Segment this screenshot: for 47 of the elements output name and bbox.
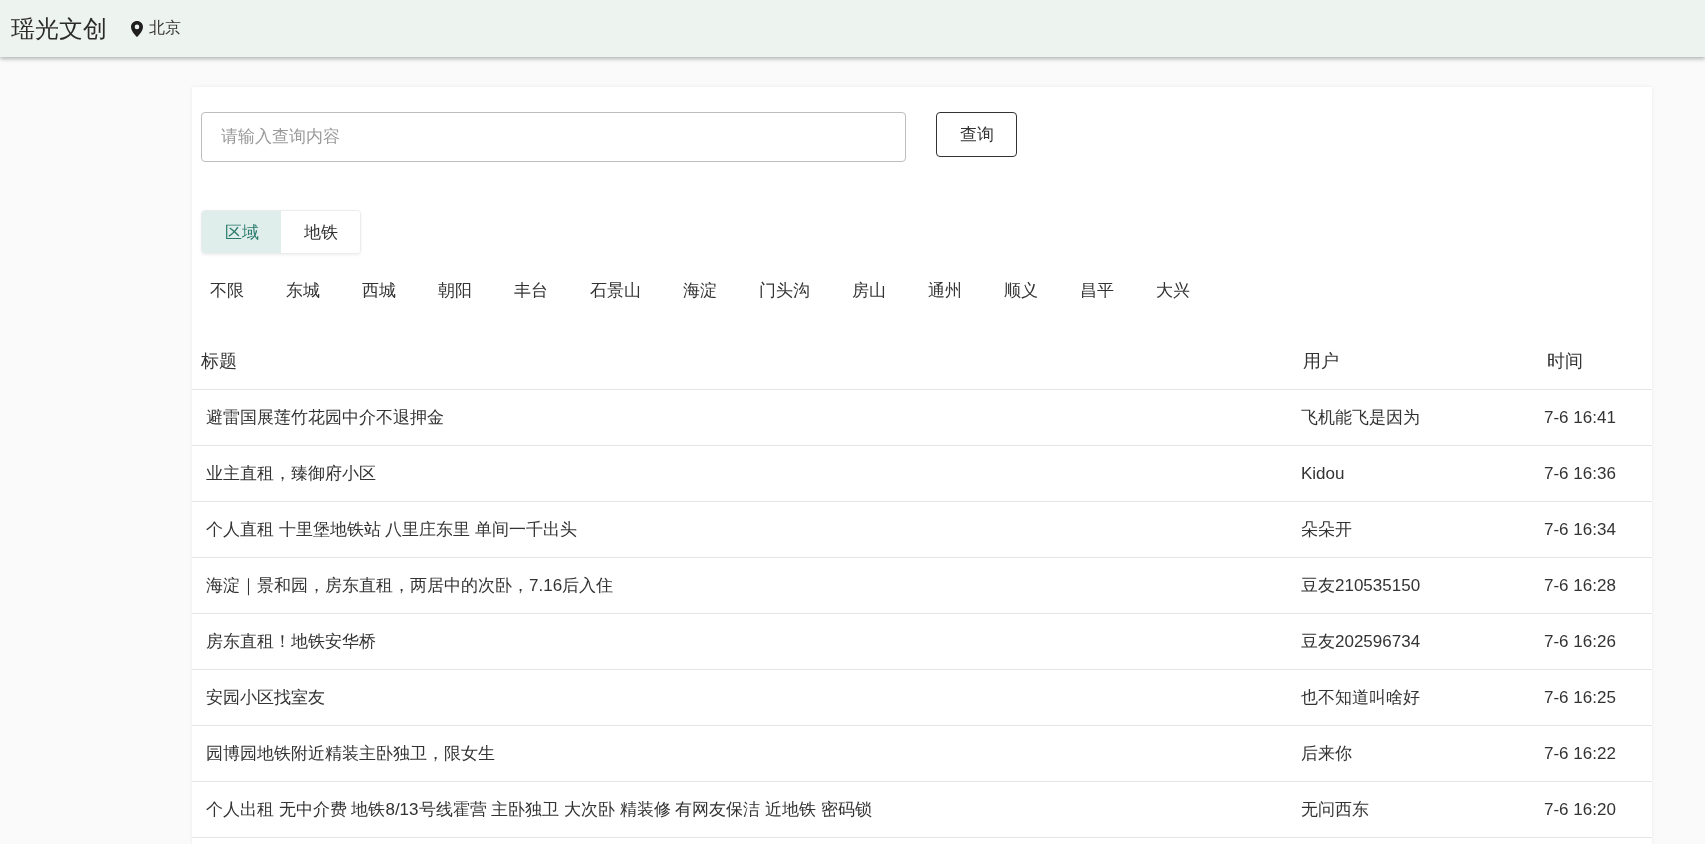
user-name: Kidou <box>1300 463 1346 484</box>
post-time: 7-6 16:34 <box>1543 519 1617 540</box>
district-option[interactable]: 不限 <box>210 281 244 301</box>
district-option[interactable]: 房山 <box>852 281 886 301</box>
site-title[interactable]: 瑶光文创 <box>11 12 107 45</box>
search-button[interactable]: 查询 <box>936 112 1017 157</box>
district-option[interactable]: 海淀 <box>683 281 717 301</box>
post-time: 7-6 16:26 <box>1543 631 1617 652</box>
post-title[interactable]: 房东直租！地铁安华桥 <box>192 630 1290 653</box>
district-option[interactable]: 东城 <box>286 281 320 301</box>
district-option[interactable]: 朝阳 <box>438 281 472 301</box>
district-option[interactable]: 顺义 <box>1004 281 1038 301</box>
post-title[interactable]: 海淀｜景和园，房东直租，两居中的次卧，7.16后入住 <box>192 574 1290 597</box>
post-title[interactable]: 业主直租，臻御府小区 <box>192 462 1290 485</box>
user-name: 豆友202596734 <box>1300 631 1422 653</box>
column-header: 用户 <box>1302 349 1340 373</box>
post-time: 7-6 16:41 <box>1543 407 1617 428</box>
filter-tab[interactable]: 区域 <box>202 211 281 253</box>
post-title[interactable]: 园博园地铁附近精装主卧独卫，限女生 <box>192 742 1290 765</box>
filter-tab[interactable]: 地铁 <box>281 211 360 253</box>
user-name: 朵朵开 <box>1300 519 1353 541</box>
user-name: 豆友210535150 <box>1300 575 1422 597</box>
post-title[interactable]: 个人直租 十里堡地铁站 八里庄东里 单间一千出头 <box>192 518 1290 541</box>
post-time: 7-6 16:36 <box>1543 463 1617 484</box>
post-title[interactable]: 个人出租 无中介费 地铁8/13号线霍营 主卧独卫 大次卧 精装修 有网友保洁 近地铁 密码锁 <box>192 798 1290 821</box>
post-time: 7-6 16:20 <box>1543 799 1617 820</box>
user-name: 后来你 <box>1300 743 1353 765</box>
user-name: 飞机能飞是因为 <box>1300 407 1421 429</box>
post-title[interactable]: 避雷国展莲竹花园中介不退押金 <box>192 406 1290 429</box>
district-option[interactable]: 通州 <box>928 281 962 301</box>
district-option[interactable]: 大兴 <box>1156 281 1190 301</box>
city-selector[interactable]: 北京 <box>131 18 181 39</box>
column-header: 标题 <box>200 349 238 373</box>
location-pin-icon <box>131 20 143 37</box>
post-time: 7-6 16:22 <box>1543 743 1617 764</box>
post-time: 7-6 16:25 <box>1543 687 1617 708</box>
user-name: 也不知道叫啥好 <box>1300 687 1421 709</box>
column-header: 时间 <box>1546 349 1584 373</box>
post-time: 7-6 16:28 <box>1543 575 1617 596</box>
district-option[interactable]: 昌平 <box>1080 281 1114 301</box>
district-option[interactable]: 丰台 <box>514 281 548 301</box>
post-title[interactable]: 安园小区找室友 <box>192 686 1290 709</box>
district-option[interactable]: 门头沟 <box>759 281 810 301</box>
district-option[interactable]: 西城 <box>362 281 396 301</box>
district-option[interactable]: 石景山 <box>590 281 641 301</box>
user-name: 无问西东 <box>1300 799 1370 821</box>
search-field[interactable]: 请输入查询内容 <box>201 112 906 162</box>
